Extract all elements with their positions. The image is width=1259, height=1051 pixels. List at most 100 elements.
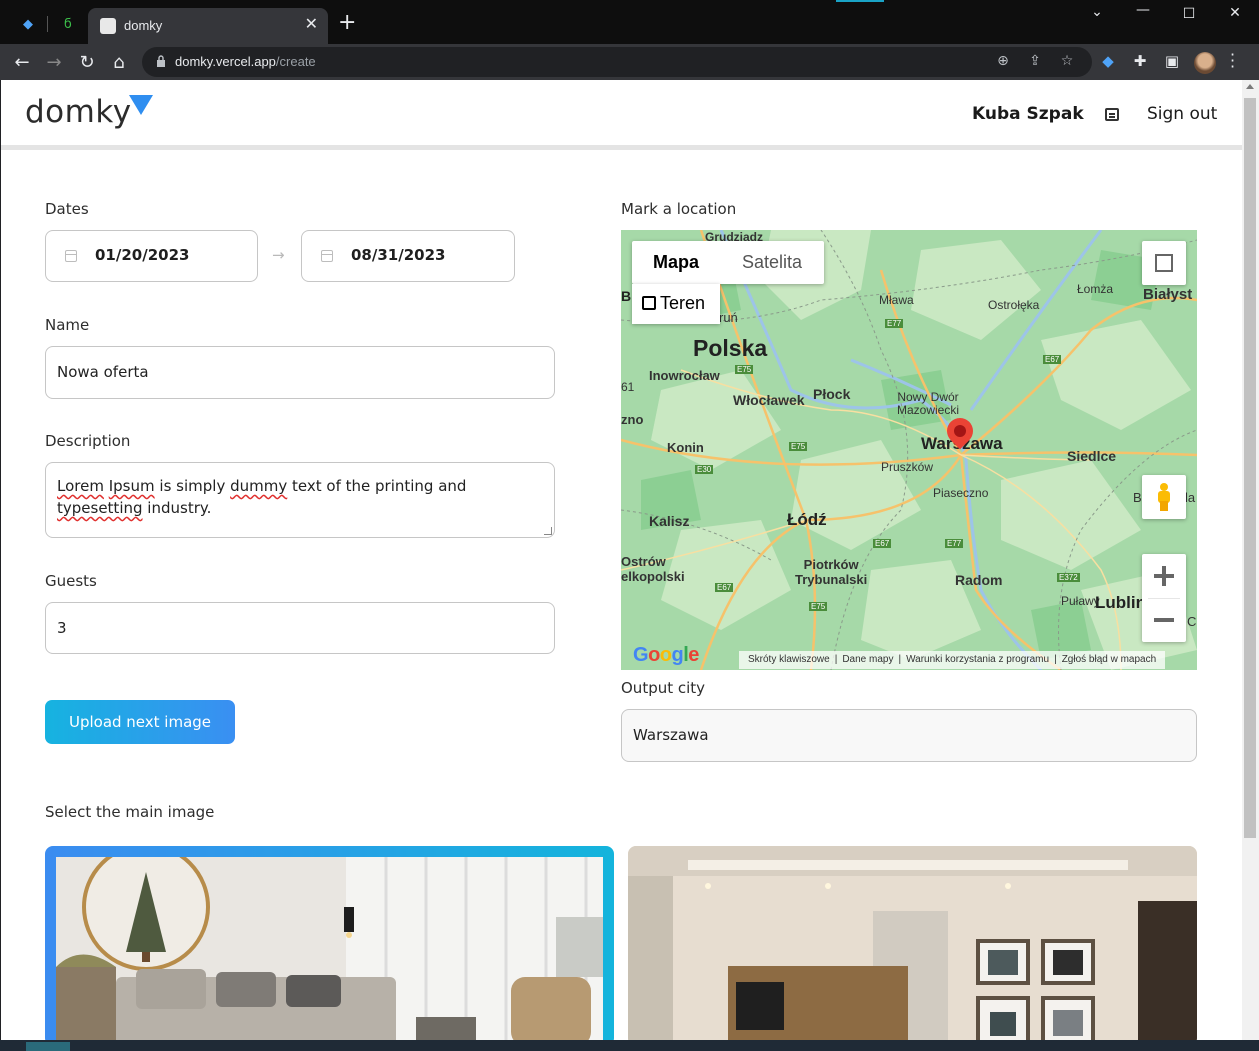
close-window-icon[interactable]: ✕	[1212, 5, 1258, 21]
new-tab-plus-icon[interactable]: +	[338, 12, 356, 34]
sign-out-link[interactable]: Sign out	[1147, 104, 1217, 124]
image-card-selected[interactable]	[45, 846, 614, 1040]
place-label: Puławy	[1061, 594, 1100, 608]
road-shield: E77	[885, 319, 904, 328]
upload-next-image-button[interactable]: Upload next image	[45, 700, 235, 744]
end-date-input[interactable]: 08/31/2023	[301, 230, 515, 282]
tab-favicon-icon	[100, 18, 116, 34]
logo-triangle-icon	[129, 95, 153, 115]
place-label: Włocławek	[733, 392, 805, 408]
page: domky Kuba Szpak Sign out Dates 01/20/20…	[1, 80, 1242, 1040]
street-view-button[interactable]	[1142, 475, 1186, 519]
minimize-icon[interactable]: —	[1120, 2, 1166, 18]
zoom-out-button[interactable]	[1142, 598, 1186, 642]
pegman-head	[1160, 483, 1168, 491]
place-label: Piotrków Trybunalski	[795, 557, 867, 587]
maximize-icon[interactable]: ☐	[1166, 6, 1212, 22]
place-label: Ostrów elkopolski	[621, 554, 685, 584]
place-label: ruń	[719, 310, 738, 325]
description-textarea[interactable]: Lorem Ipsum is simply dummy text of the …	[45, 462, 555, 538]
extensions-puzzle-icon[interactable]: ✚	[1130, 52, 1150, 72]
road-shield: E67	[715, 583, 734, 592]
zoom-icon[interactable]: ⊕	[994, 53, 1012, 71]
forward-arrow-icon[interactable]: →	[42, 50, 66, 74]
road-shield: E67	[873, 539, 892, 548]
output-city-input[interactable]: Warszawa	[621, 709, 1197, 762]
google-logo[interactable]: Google	[633, 644, 699, 667]
os-taskbar	[0, 1040, 1259, 1051]
interior-picture	[628, 846, 1197, 1040]
extension-diamond-icon[interactable]: ◆	[1098, 52, 1118, 72]
map-data-link[interactable]: Dane mapy	[837, 654, 898, 665]
site-logo[interactable]: domky	[25, 94, 132, 130]
browser-menu-icon[interactable]: · · ·	[1230, 47, 1235, 75]
location-map[interactable]: Grudziądz ruń B Mława Ostrołęka Łomża Bi…	[621, 230, 1197, 670]
place-label: Inowrocław	[649, 368, 720, 383]
tab-separator	[47, 16, 48, 32]
share-icon[interactable]: ⇪	[1026, 53, 1044, 71]
name-input[interactable]: Nowa oferta	[45, 346, 555, 399]
place-label: Mława	[879, 293, 914, 307]
fullscreen-icon	[1155, 254, 1173, 272]
keyboard-shortcuts-link[interactable]: Skróty klawiszowe	[743, 654, 835, 665]
terms-link[interactable]: Warunki korzystania z programu	[901, 654, 1054, 665]
scroll-up-arrow-icon[interactable]	[1246, 84, 1254, 89]
output-city-value: Warszawa	[633, 726, 709, 744]
page-scrollbar[interactable]	[1242, 80, 1259, 1040]
messages-icon[interactable]	[1105, 108, 1119, 121]
place-label: Kalisz	[649, 513, 690, 529]
bookmark-star-icon[interactable]: ☆	[1058, 53, 1076, 71]
start-date-input[interactable]: 01/20/2023	[45, 230, 258, 282]
place-label: B	[1133, 490, 1142, 505]
titlebar-accent	[836, 0, 884, 2]
zoom-in-icon	[1154, 566, 1174, 586]
pinned-tab-leaf-icon[interactable]: ϭ	[54, 10, 82, 38]
calendar-icon	[65, 250, 77, 262]
tab-domky[interactable]: domky ✕	[88, 8, 328, 44]
taskbar-app-icon[interactable]	[26, 1042, 70, 1051]
place-label: B	[621, 288, 632, 304]
description-value: Lorem Ipsum is simply dummy text of the …	[57, 475, 527, 519]
side-panel-icon[interactable]: ▣	[1162, 52, 1182, 72]
tab-search-chevron-icon[interactable]: ⌄	[1074, 4, 1120, 20]
place-label-line: Trybunalski	[795, 572, 868, 587]
zoom-control	[1142, 554, 1186, 642]
guests-value: 3	[57, 619, 67, 637]
resize-handle-icon[interactable]	[544, 527, 552, 535]
guests-input[interactable]: 3	[45, 602, 555, 654]
reload-icon[interactable]: ↻	[75, 50, 99, 74]
place-label: 61	[621, 380, 635, 394]
terrain-checkbox[interactable]: Teren	[632, 284, 720, 324]
road-shield: E77	[945, 539, 964, 548]
back-arrow-icon[interactable]: ←	[10, 50, 34, 74]
map-type-control: Mapa Satelita	[632, 241, 824, 284]
fullscreen-button[interactable]	[1142, 241, 1186, 285]
output-city-label: Output city	[621, 679, 706, 697]
map-type-map-button[interactable]: Mapa	[632, 241, 720, 284]
place-label-line: elkopolski	[621, 569, 685, 584]
desc-word: industry.	[147, 499, 212, 517]
tab-close-icon[interactable]: ✕	[305, 14, 318, 33]
desc-word: Lorem	[57, 477, 104, 495]
zoom-in-button[interactable]	[1142, 554, 1186, 598]
place-label: Ostrołęka	[988, 298, 1040, 312]
image-card[interactable]	[628, 846, 1197, 1040]
pegman-legs	[1160, 501, 1168, 511]
road-shield: E75	[789, 442, 808, 451]
pinned-tab-diamond-icon[interactable]: ◆	[14, 10, 42, 38]
living-room-image	[56, 857, 603, 1040]
map-type-satellite-button[interactable]: Satelita	[720, 241, 824, 284]
scroll-thumb[interactable]	[1244, 98, 1256, 838]
zoom-out-icon	[1154, 618, 1174, 622]
place-label: C	[1187, 614, 1197, 629]
calendar-icon	[321, 250, 333, 262]
start-date-value: 01/20/2023	[95, 246, 190, 264]
place-label-line: Mazowiecki	[897, 403, 960, 417]
place-label: Lublin	[1095, 593, 1146, 612]
profile-avatar[interactable]	[1194, 52, 1216, 74]
address-bar[interactable]: domky.vercel.app/create ⊕ ⇪ ☆	[142, 47, 1092, 77]
lock-icon	[157, 55, 165, 67]
user-name[interactable]: Kuba Szpak	[972, 104, 1084, 124]
home-icon[interactable]: ⌂	[107, 50, 131, 74]
report-error-link[interactable]: Zgłoś błąd w mapach	[1057, 654, 1162, 665]
